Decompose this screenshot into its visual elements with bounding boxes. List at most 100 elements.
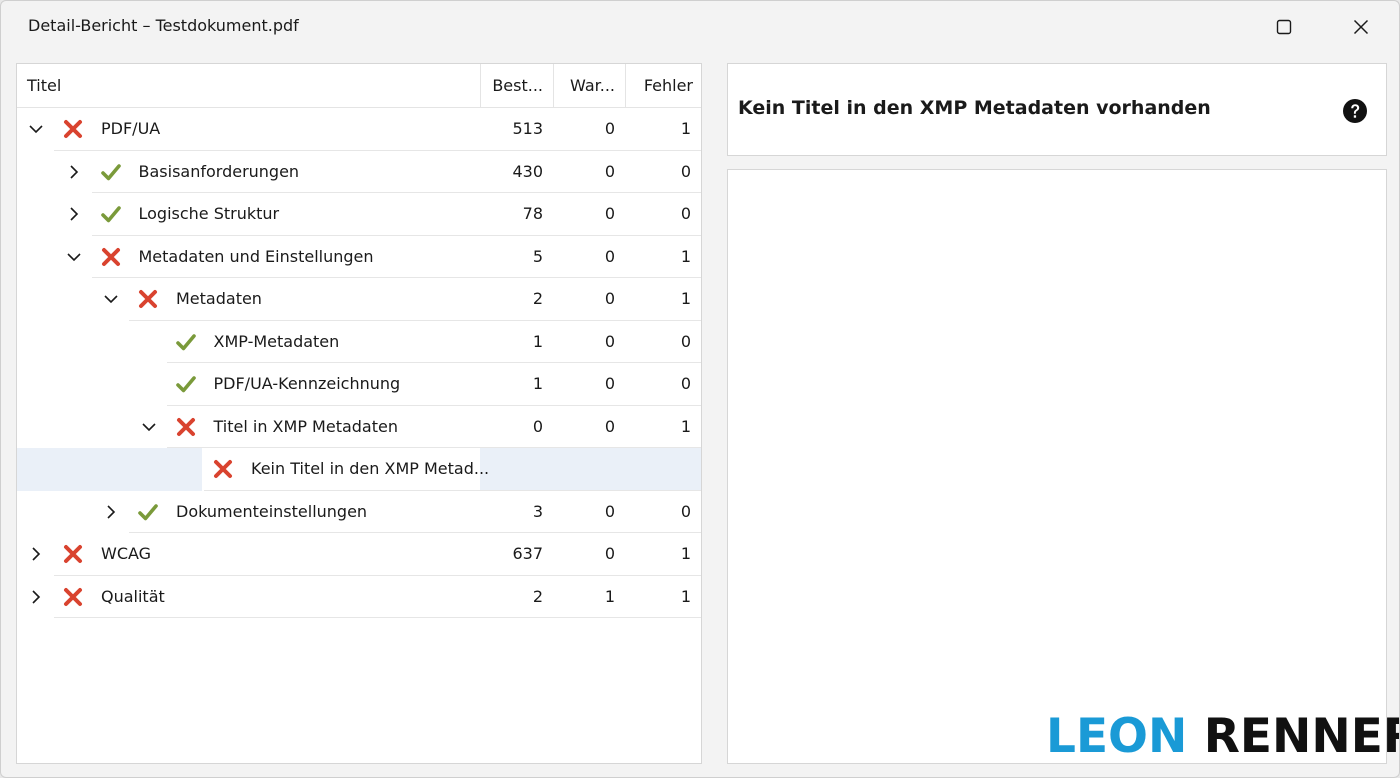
chevron-down-icon[interactable] xyxy=(102,290,120,308)
tree-row[interactable]: XMP-Metadaten 1 0 0 xyxy=(17,321,701,363)
error-count: 0 xyxy=(680,374,691,393)
passed-count: 2 xyxy=(532,289,543,308)
warning-count: 0 xyxy=(604,416,615,436)
title-bar: Detail-Bericht – Testdokument.pdf xyxy=(1,1,1399,53)
chevron-down-icon[interactable] xyxy=(65,248,83,266)
tree-row-label: PDF/UA xyxy=(101,119,161,138)
passed-count: 0 xyxy=(532,416,543,436)
check-tree[interactable]: Titel Best... War... Fehler PDF/UA 513 0 1 B… xyxy=(16,63,702,764)
maximize-icon xyxy=(1276,19,1292,35)
error-count: 1 xyxy=(680,246,691,266)
tree-row-label: PDF/UA-Kennzeichnung xyxy=(213,374,401,393)
column-header-titel[interactable]: Titel xyxy=(27,64,61,108)
chevron-right-icon[interactable] xyxy=(65,205,83,223)
passed-count: 430 xyxy=(512,161,543,181)
warning-count: 0 xyxy=(604,161,615,181)
passed-count: 5 xyxy=(532,246,543,266)
check-icon xyxy=(100,163,121,180)
warning-count: 0 xyxy=(604,544,615,563)
chevron-down-icon[interactable] xyxy=(27,120,45,138)
chevron-right-icon[interactable] xyxy=(27,545,45,563)
tree-row[interactable]: Basisanforderungen 430 0 0 xyxy=(17,151,701,193)
passed-count: 3 xyxy=(532,501,543,521)
close-icon xyxy=(1353,19,1369,35)
message-panel: Kein Titel in den XMP Metadaten vorhande… xyxy=(727,63,1387,156)
column-header-fehler[interactable]: Fehler xyxy=(625,64,703,108)
tree-row[interactable]: Titel in XMP Metadaten 0 0 1 xyxy=(17,406,701,448)
error-count: 0 xyxy=(680,331,691,351)
detail-panel xyxy=(727,169,1387,764)
passed-count: 2 xyxy=(532,586,543,606)
passed-count: 78 xyxy=(522,204,543,223)
warning-count: 0 xyxy=(604,246,615,266)
error-count: 1 xyxy=(680,289,691,308)
cross-icon xyxy=(139,290,157,308)
close-button[interactable] xyxy=(1338,7,1384,47)
check-icon xyxy=(138,503,158,520)
tree-row[interactable]: Logische Struktur 78 0 0 xyxy=(17,193,701,236)
tree-row[interactable]: Dokumenteinstellungen 3 0 0 xyxy=(17,491,701,533)
column-header-bestanden[interactable]: Best... xyxy=(480,64,553,108)
warning-count: 0 xyxy=(604,289,615,308)
passed-count: 513 xyxy=(512,119,543,138)
tree-row-label: Metadaten xyxy=(176,289,262,308)
maximize-button[interactable] xyxy=(1261,7,1307,47)
error-count: 0 xyxy=(680,161,691,181)
warning-count: 0 xyxy=(604,374,615,393)
error-count: 1 xyxy=(680,119,691,138)
tree-row[interactable]: WCAG 637 0 1 xyxy=(17,533,701,576)
warning-count: 1 xyxy=(604,586,615,606)
brand-first: LEON xyxy=(1046,709,1188,764)
error-count: 1 xyxy=(680,544,691,563)
tree-row-label: Qualität xyxy=(101,586,165,606)
cross-icon xyxy=(214,460,232,478)
window-title: Detail-Bericht – Testdokument.pdf xyxy=(28,16,299,35)
tree-row-label: Logische Struktur xyxy=(138,204,280,223)
cross-icon xyxy=(64,120,82,138)
chevron-right-icon[interactable] xyxy=(102,503,120,521)
check-icon xyxy=(100,206,121,223)
chevron-right-icon[interactable] xyxy=(27,588,45,606)
tree-row-label: XMP-Metadaten xyxy=(213,331,340,351)
passed-count: 1 xyxy=(532,374,543,393)
tree-row-label: Metadaten und Einstellungen xyxy=(138,246,374,266)
column-header-warnungen[interactable]: War... xyxy=(553,64,625,108)
cross-icon xyxy=(64,587,82,606)
tree-row-label: Dokumenteinstellungen xyxy=(176,501,368,521)
tree-row[interactable]: Kein Titel in den XMP Metad... xyxy=(17,448,701,491)
chevron-down-icon[interactable] xyxy=(140,418,158,436)
error-count: 1 xyxy=(680,416,691,436)
tree-row[interactable]: Metadaten und Einstellungen 5 0 1 xyxy=(17,236,701,278)
passed-count xyxy=(480,448,543,491)
warning-count xyxy=(553,448,615,491)
error-count: 1 xyxy=(680,586,691,606)
cross-icon xyxy=(176,417,195,436)
error-count: 0 xyxy=(680,501,691,521)
passed-count: 637 xyxy=(512,544,543,563)
detail-report-window: Detail-Bericht – Testdokument.pdf Titel … xyxy=(0,0,1400,778)
warning-count: 0 xyxy=(604,204,615,223)
brand-logo: LEON RENNER xyxy=(1046,709,1400,764)
check-icon xyxy=(175,376,196,393)
check-icon xyxy=(175,333,196,350)
warning-count: 0 xyxy=(604,119,615,138)
tree-row[interactable]: PDF/UA-Kennzeichnung 1 0 0 xyxy=(17,363,701,406)
warning-count: 0 xyxy=(604,501,615,521)
message-title: Kein Titel in den XMP Metadaten vorhande… xyxy=(738,97,1211,119)
tree-header: Titel Best... War... Fehler xyxy=(17,64,701,108)
passed-count: 1 xyxy=(532,331,543,351)
cross-icon xyxy=(64,545,82,563)
chevron-right-icon[interactable] xyxy=(65,163,83,181)
warning-count: 0 xyxy=(604,331,615,351)
tree-row-label: Basisanforderungen xyxy=(138,161,300,181)
help-icon[interactable] xyxy=(1342,98,1368,124)
tree-row-label: Titel in XMP Metadaten xyxy=(213,416,399,436)
tree-row-label: Kein Titel in den XMP Metad... xyxy=(251,459,490,478)
tree-row[interactable]: Metadaten 2 0 1 xyxy=(17,278,701,321)
error-count xyxy=(625,448,691,491)
error-count: 0 xyxy=(680,204,691,223)
tree-row[interactable]: Qualität 2 1 1 xyxy=(17,576,701,618)
cross-icon xyxy=(101,247,120,266)
tree-row[interactable]: PDF/UA 513 0 1 xyxy=(17,108,701,151)
brand-last: RENNER xyxy=(1203,709,1400,764)
